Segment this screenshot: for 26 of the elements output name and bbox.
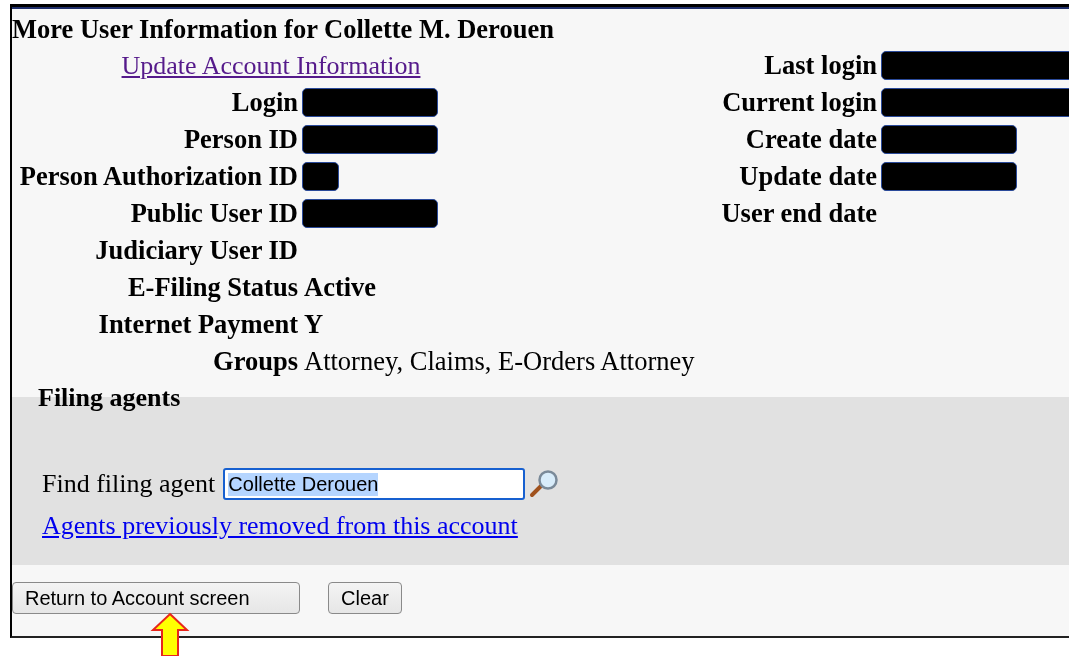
field-label: E-Filing Status [126,272,298,303]
removed-agents-link[interactable]: Agents previously removed from this account [42,511,518,540]
field-label: Judiciary User ID [94,235,298,266]
field-label: Public User ID [129,198,298,229]
update-account-link[interactable]: Update Account Information [121,51,421,80]
arrow-annotation [150,612,190,656]
section-heading: Filing agents [37,382,182,414]
field-label: Current login [721,87,877,118]
field-value: Y [304,309,324,340]
return-button[interactable]: Return to Account screen [12,582,300,614]
field-label: User end date [720,198,877,229]
field-label: Person Authorization ID [18,161,298,192]
clear-button[interactable]: Clear [328,582,402,614]
field-label: Last login [763,50,877,81]
field-label: Internet Payment [97,309,298,340]
field-label: Groups [212,346,298,377]
field-label: Person ID [182,124,298,155]
field-value: Active [304,272,377,303]
page-title: More User Information for Collette M. Derouen [12,13,555,46]
field-label: Update date [738,161,877,192]
search-field[interactable]: Collette Derouen [223,468,526,500]
field-label: Create date [744,124,877,155]
redacted-value [302,162,339,191]
field-label: Find filing agent [42,469,216,499]
field-label: Login [230,87,298,118]
field-value: Attorney, Claims, E-Orders Attorney [304,346,695,377]
